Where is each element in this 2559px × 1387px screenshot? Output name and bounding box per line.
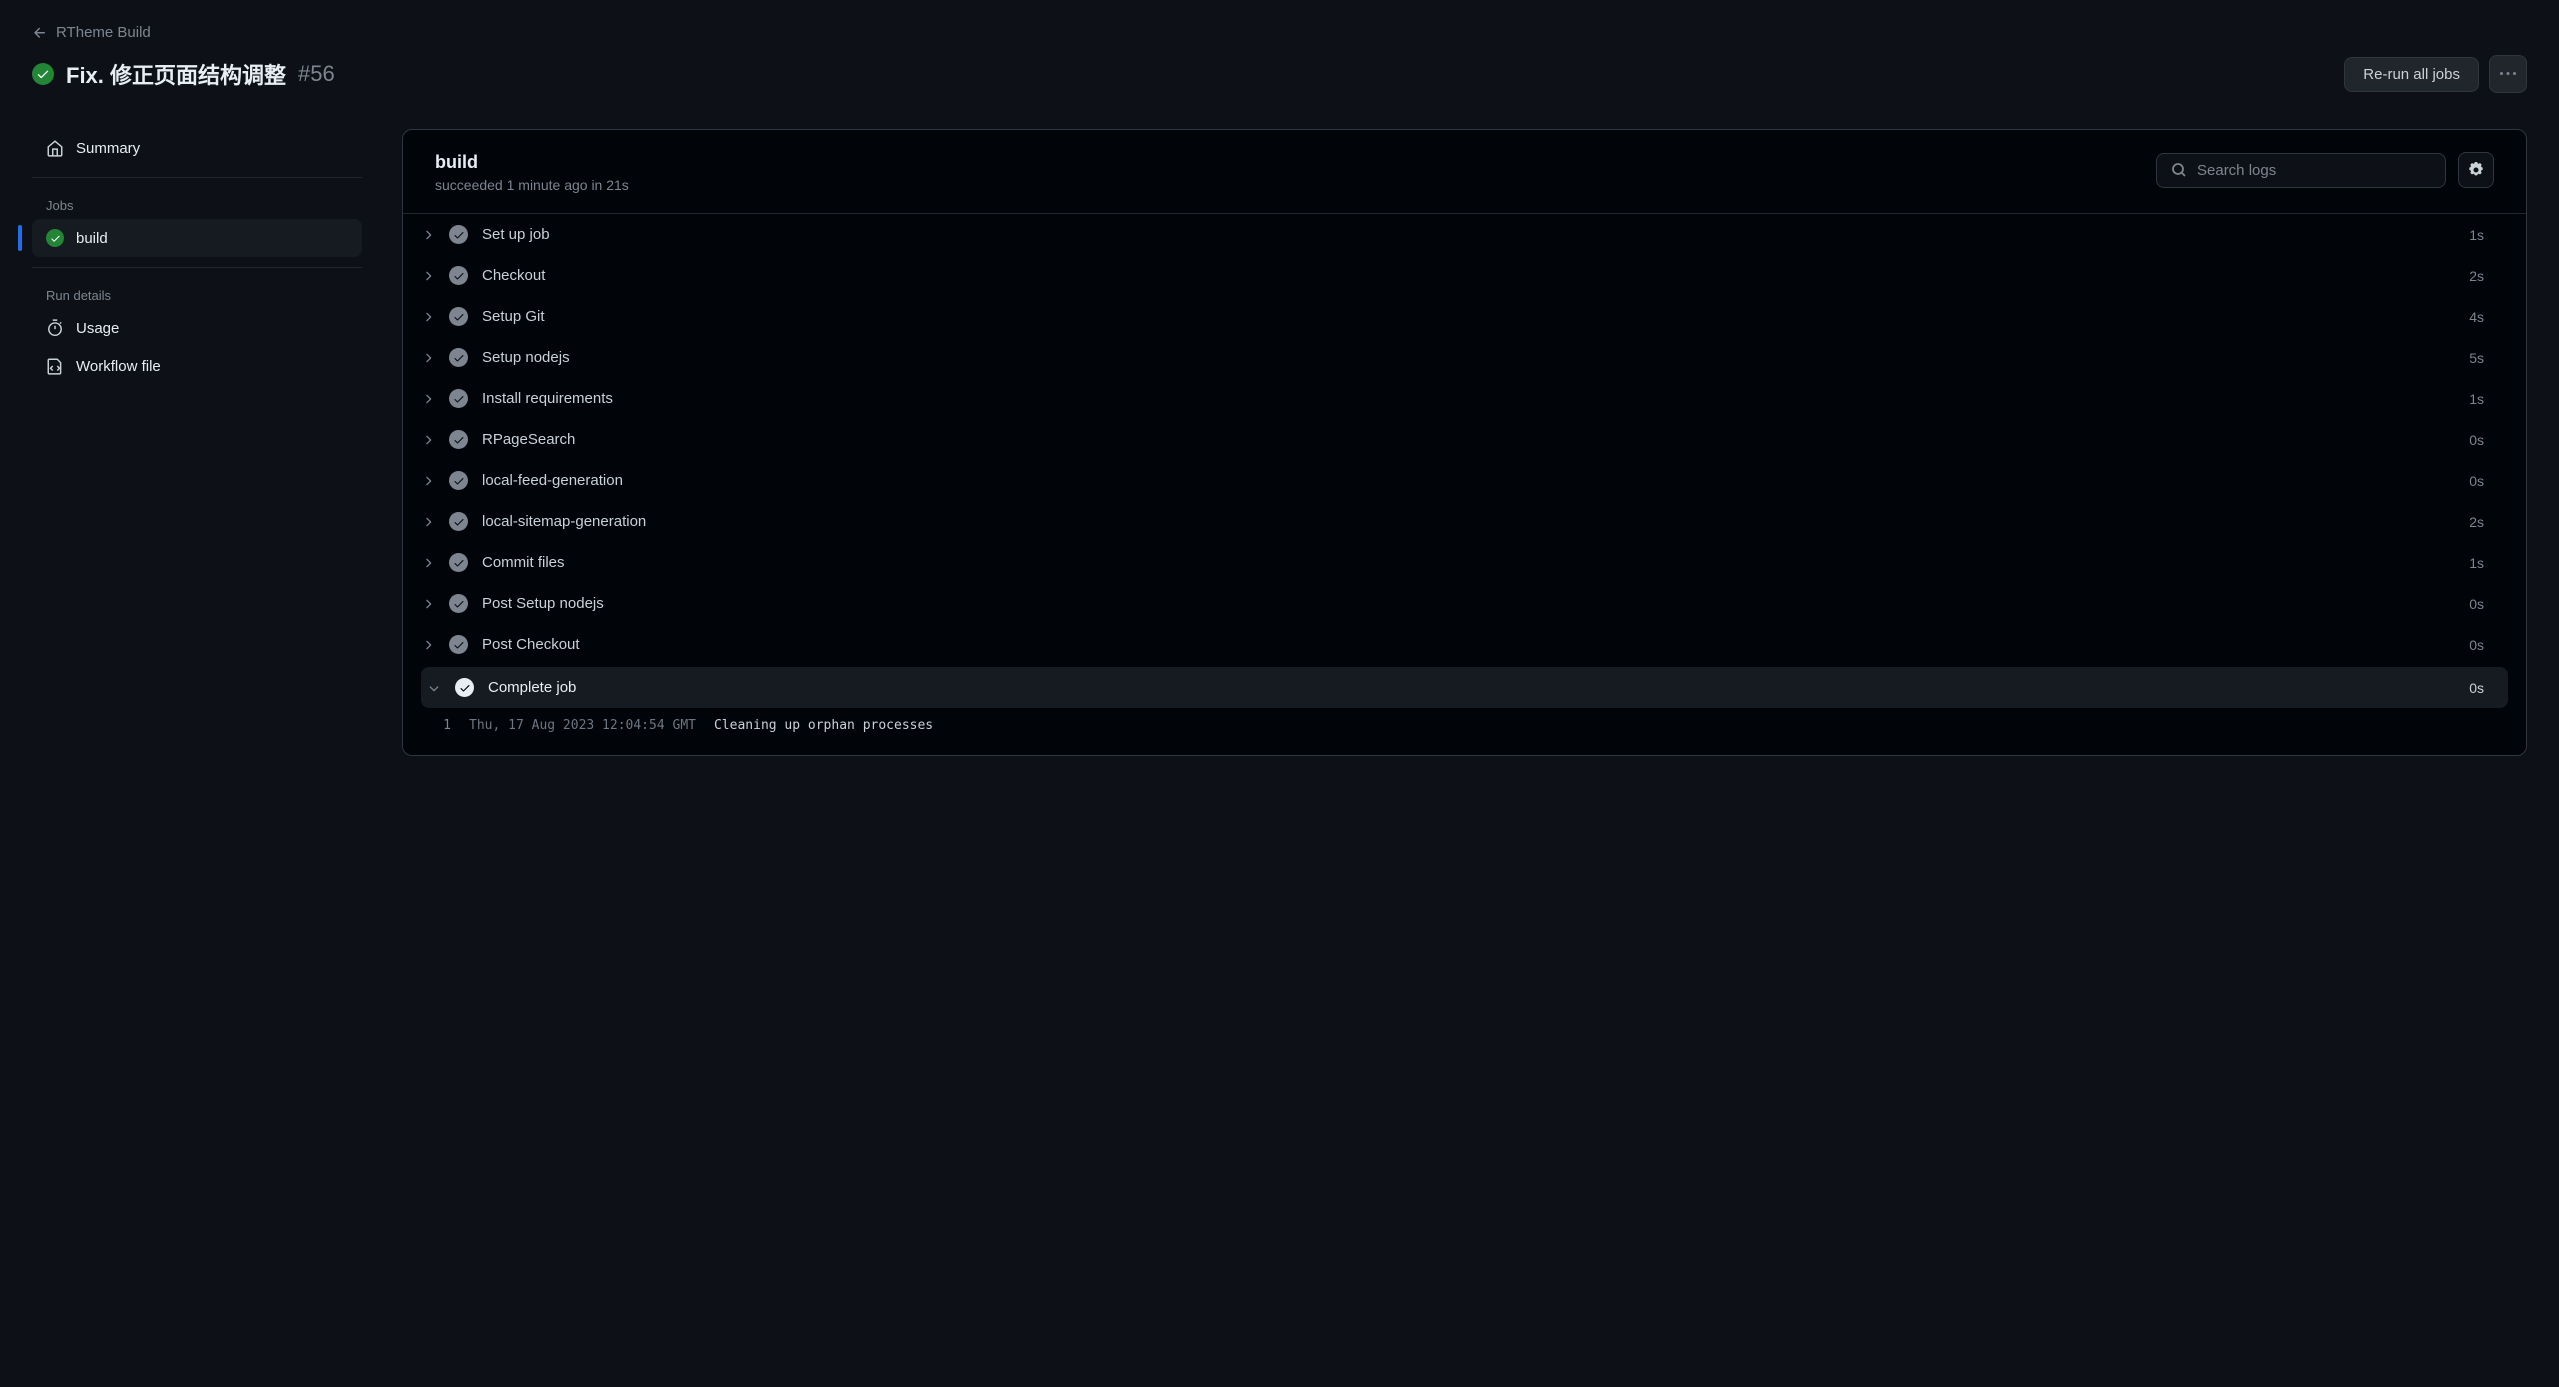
step-duration: 0s	[2469, 637, 2484, 653]
step-name: Post Setup nodejs	[482, 595, 2455, 612]
home-icon	[46, 139, 64, 157]
check-circle-icon	[449, 635, 468, 654]
step-row[interactable]: Complete job 0s	[421, 667, 2508, 708]
check-circle-icon	[449, 307, 468, 326]
log-line: 1Thu, 17 Aug 2023 12:04:54 GMT Cleaning u…	[403, 710, 2526, 755]
step-name: Complete job	[488, 679, 2455, 696]
log-timestamp: Thu, 17 Aug 2023 12:04:54 GMT	[469, 718, 696, 733]
chevron-right-icon	[421, 351, 435, 365]
step-row[interactable]: Setup Git 4s	[403, 296, 2526, 337]
check-circle-icon	[449, 389, 468, 408]
step-name: Setup Git	[482, 308, 2455, 325]
sidebar-workflow-file-label: Workflow file	[76, 358, 161, 375]
sidebar-item-usage[interactable]: Usage	[32, 309, 362, 347]
step-duration: 0s	[2469, 473, 2484, 489]
chevron-right-icon	[421, 392, 435, 406]
chevron-right-icon	[421, 228, 435, 242]
step-duration: 0s	[2469, 596, 2484, 612]
step-name: RPageSearch	[482, 431, 2455, 448]
step-name: local-sitemap-generation	[482, 513, 2455, 530]
check-circle-icon	[455, 678, 474, 697]
step-duration: 1s	[2469, 391, 2484, 407]
settings-button[interactable]	[2458, 152, 2494, 188]
chevron-right-icon	[421, 269, 435, 283]
step-name: Post Checkout	[482, 636, 2455, 653]
step-name: Checkout	[482, 267, 2455, 284]
breadcrumb[interactable]: RTheme Build	[32, 24, 2527, 41]
step-duration: 0s	[2469, 680, 2484, 696]
step-row[interactable]: local-sitemap-generation 2s	[403, 501, 2526, 542]
step-duration: 2s	[2469, 514, 2484, 530]
check-circle-icon	[449, 266, 468, 285]
check-circle-icon	[449, 471, 468, 490]
divider	[32, 267, 362, 268]
chevron-right-icon	[421, 638, 435, 652]
sidebar-summary-label: Summary	[76, 140, 140, 157]
rerun-button[interactable]: Re-run all jobs	[2344, 57, 2479, 92]
step-row[interactable]: Commit files 1s	[403, 542, 2526, 583]
sidebar-job-name: build	[76, 230, 108, 247]
stopwatch-icon	[46, 319, 64, 337]
check-circle-icon	[449, 594, 468, 613]
more-button[interactable]	[2489, 55, 2527, 93]
step-name: Commit files	[482, 554, 2455, 571]
sidebar-usage-label: Usage	[76, 320, 119, 337]
step-row[interactable]: RPageSearch 0s	[403, 419, 2526, 460]
chevron-right-icon	[421, 597, 435, 611]
workflow-title-text: Fix. 修正页面结构调整	[66, 58, 286, 90]
step-name: local-feed-generation	[482, 472, 2455, 489]
workflow-title-number: #56	[298, 61, 335, 87]
sidebar-item-workflow-file[interactable]: Workflow file	[32, 347, 362, 385]
step-row[interactable]: Post Setup nodejs 0s	[403, 583, 2526, 624]
sidebar-item-build[interactable]: build	[32, 219, 362, 257]
kebab-horizontal-icon	[2500, 66, 2516, 82]
step-name: Setup nodejs	[482, 349, 2455, 366]
check-circle-icon	[449, 553, 468, 572]
chevron-right-icon	[421, 556, 435, 570]
step-duration: 0s	[2469, 432, 2484, 448]
search-logs-input[interactable]	[2197, 162, 2431, 179]
step-row[interactable]: Checkout 2s	[403, 255, 2526, 296]
log-line-number: 1	[421, 718, 469, 733]
job-subtitle: succeeded 1 minute ago in 21s	[435, 177, 629, 193]
check-circle-icon	[46, 229, 64, 247]
step-row[interactable]: Set up job 1s	[403, 214, 2526, 255]
check-circle-icon	[449, 225, 468, 244]
workflow-title: Fix. 修正页面结构调整 #56	[32, 58, 335, 90]
sidebar-details-label: Run details	[32, 278, 362, 309]
step-name: Install requirements	[482, 390, 2455, 407]
step-duration: 4s	[2469, 309, 2484, 325]
arrow-left-icon	[32, 25, 48, 41]
sidebar-jobs-label: Jobs	[32, 188, 362, 219]
check-circle-icon	[449, 348, 468, 367]
check-circle-icon	[32, 63, 54, 85]
breadcrumb-label: RTheme Build	[56, 24, 151, 41]
step-row[interactable]: Install requirements 1s	[403, 378, 2526, 419]
main-panel: build succeeded 1 minute ago in 21s Se	[402, 129, 2527, 756]
sidebar: Summary Jobs build Run details Usage	[32, 129, 362, 756]
gear-icon	[2468, 162, 2484, 178]
check-circle-icon	[449, 430, 468, 449]
step-duration: 1s	[2469, 227, 2484, 243]
chevron-right-icon	[421, 474, 435, 488]
step-row[interactable]: local-feed-generation 0s	[403, 460, 2526, 501]
chevron-down-icon	[427, 681, 441, 695]
chevron-right-icon	[421, 515, 435, 529]
divider	[32, 177, 362, 178]
step-name: Set up job	[482, 226, 2455, 243]
chevron-right-icon	[421, 433, 435, 447]
sidebar-item-summary[interactable]: Summary	[32, 129, 362, 167]
step-duration: 1s	[2469, 555, 2484, 571]
file-code-icon	[46, 357, 64, 375]
check-circle-icon	[449, 512, 468, 531]
search-logs-box[interactable]	[2156, 153, 2446, 188]
chevron-right-icon	[421, 310, 435, 324]
step-duration: 5s	[2469, 350, 2484, 366]
search-icon	[2171, 162, 2187, 178]
log-message: Cleaning up orphan processes	[714, 718, 933, 733]
step-duration: 2s	[2469, 268, 2484, 284]
step-row[interactable]: Post Checkout 0s	[403, 624, 2526, 665]
job-title: build	[435, 152, 629, 173]
step-row[interactable]: Setup nodejs 5s	[403, 337, 2526, 378]
